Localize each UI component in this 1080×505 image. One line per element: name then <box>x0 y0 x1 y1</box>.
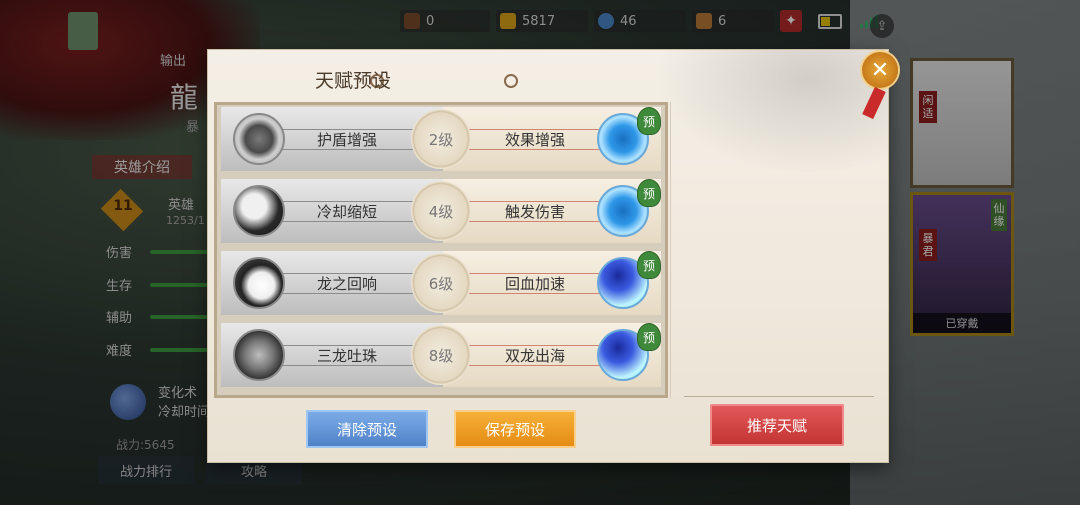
save-preset-button[interactable]: 保存预设 <box>454 410 576 448</box>
talent-option-left[interactable]: 龙之回响 <box>221 251 443 315</box>
recommend-talent-button[interactable]: 推荐天赋 <box>710 404 844 446</box>
echo-talent-icon <box>233 257 285 309</box>
talent-option-left[interactable]: 冷却缩短 <box>221 179 443 243</box>
talent-list: 护盾增强 效果增强 预 2级 冷却缩短 触发伤害 预 4级 龙之回响 回血加速 … <box>214 102 668 398</box>
talent-level-badge: 6级 <box>411 253 471 313</box>
talent-option-left[interactable]: 三龙吐珠 <box>221 323 443 387</box>
talent-option-right[interactable]: 触发伤害 预 <box>443 179 661 243</box>
talent-level-badge: 2级 <box>411 109 471 169</box>
talent-left-label: 三龙吐珠 <box>316 346 377 365</box>
talent-option-right[interactable]: 回血加速 预 <box>443 251 661 315</box>
preset-tag-icon: 预 <box>637 323 661 351</box>
talent-row: 护盾增强 效果增强 预 2级 <box>221 107 661 171</box>
talent-left-label: 冷却缩短 <box>316 202 377 221</box>
talent-row: 冷却缩短 触发伤害 预 4级 <box>221 179 661 243</box>
shield-talent-icon <box>233 113 285 165</box>
talent-left-label: 龙之回响 <box>316 274 377 293</box>
cooldown-talent-icon <box>233 185 285 237</box>
title-ornament-icon <box>504 74 518 88</box>
talent-right-label: 触发伤害 <box>504 202 565 221</box>
divider <box>684 396 874 397</box>
talent-option-right[interactable]: 双龙出海 预 <box>443 323 661 387</box>
talent-right-label: 回血加速 <box>504 274 565 293</box>
talent-level-badge: 4级 <box>411 181 471 241</box>
dialog-title: 天赋预设 <box>314 70 391 92</box>
preset-tag-icon: 预 <box>637 251 661 279</box>
clear-preset-button[interactable]: 清除预设 <box>306 410 428 448</box>
close-icon[interactable]: ✕ <box>862 52 898 88</box>
preset-tag-icon: 预 <box>637 179 661 207</box>
talent-left-label: 护盾增强 <box>316 130 377 149</box>
preset-tag-icon: 预 <box>637 107 661 135</box>
talent-option-left[interactable]: 护盾增强 <box>221 107 443 171</box>
divider <box>670 102 671 398</box>
talent-row: 三龙吐珠 双龙出海 预 8级 <box>221 323 661 387</box>
talent-option-right[interactable]: 效果增强 预 <box>443 107 661 171</box>
talent-right-label: 双龙出海 <box>504 346 565 365</box>
talent-preset-dialog: 天赋预设 护盾增强 效果增强 预 2级 冷却缩短 触发伤害 预 4级 龙之回响 … <box>208 50 888 462</box>
triple-dragon-talent-icon <box>233 329 285 381</box>
talent-row: 龙之回响 回血加速 预 6级 <box>221 251 661 315</box>
talent-level-badge: 8级 <box>411 325 471 385</box>
talent-right-label: 效果增强 <box>504 130 565 149</box>
